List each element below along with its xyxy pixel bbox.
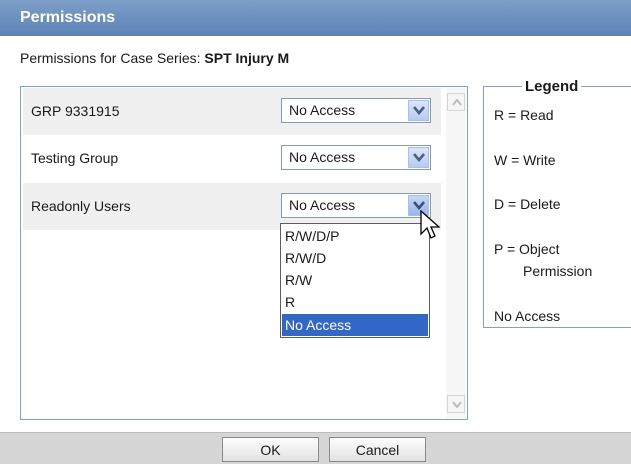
permission-select[interactable]: No Access <box>281 98 431 123</box>
mouse-cursor-icon <box>420 210 440 239</box>
legend-item: R = Read <box>494 107 554 123</box>
select-value: No Access <box>289 149 356 165</box>
cancel-button[interactable]: Cancel <box>329 437 426 462</box>
legend-title: Legend <box>522 78 582 96</box>
legend-item: No Access <box>494 308 561 324</box>
scroll-down-button[interactable] <box>447 395 465 413</box>
dropdown-option[interactable]: R/W/D <box>282 247 428 269</box>
dialog-title: Permissions <box>0 0 631 36</box>
case-series-name: SPT Injury M <box>204 50 290 66</box>
group-name: Testing Group <box>31 150 119 166</box>
permission-row: Testing Group No Access <box>23 135 441 182</box>
group-name: GRP 9331915 <box>31 103 120 119</box>
dropdown-option[interactable]: R/W/D/P <box>282 225 428 247</box>
permission-row: GRP 9331915 No Access <box>23 88 441 135</box>
permission-select[interactable]: No Access <box>281 193 431 218</box>
legend-item: Permission <box>523 263 593 279</box>
dropdown-option[interactable]: R/W <box>282 269 428 291</box>
chevron-down-icon[interactable] <box>408 147 429 168</box>
chevron-down-icon[interactable] <box>408 100 429 121</box>
legend-box: Legend R = Read W = Write D = Delete P =… <box>483 78 631 328</box>
permission-dropdown-list: R/W/D/P R/W/D R/W R No Access <box>280 223 430 338</box>
vertical-scrollbar[interactable] <box>446 88 466 418</box>
permission-select[interactable]: No Access <box>281 145 431 170</box>
select-value: No Access <box>289 102 356 118</box>
legend-item: D = Delete <box>494 196 561 212</box>
legend-item: P = Object <box>494 241 560 257</box>
legend-item: W = Write <box>494 152 556 168</box>
dropdown-option[interactable]: R <box>282 291 428 313</box>
case-series-heading: Permissions for Case Series: SPT Injury … <box>20 50 289 66</box>
ok-button[interactable]: OK <box>222 437 319 462</box>
heading-prefix: Permissions for Case Series: <box>20 50 201 66</box>
dropdown-option-selected[interactable]: No Access <box>282 314 428 336</box>
scroll-up-button[interactable] <box>447 93 465 111</box>
select-value: No Access <box>289 197 356 213</box>
dialog-footer: OK Cancel <box>0 432 631 464</box>
group-name: Readonly Users <box>31 198 131 214</box>
